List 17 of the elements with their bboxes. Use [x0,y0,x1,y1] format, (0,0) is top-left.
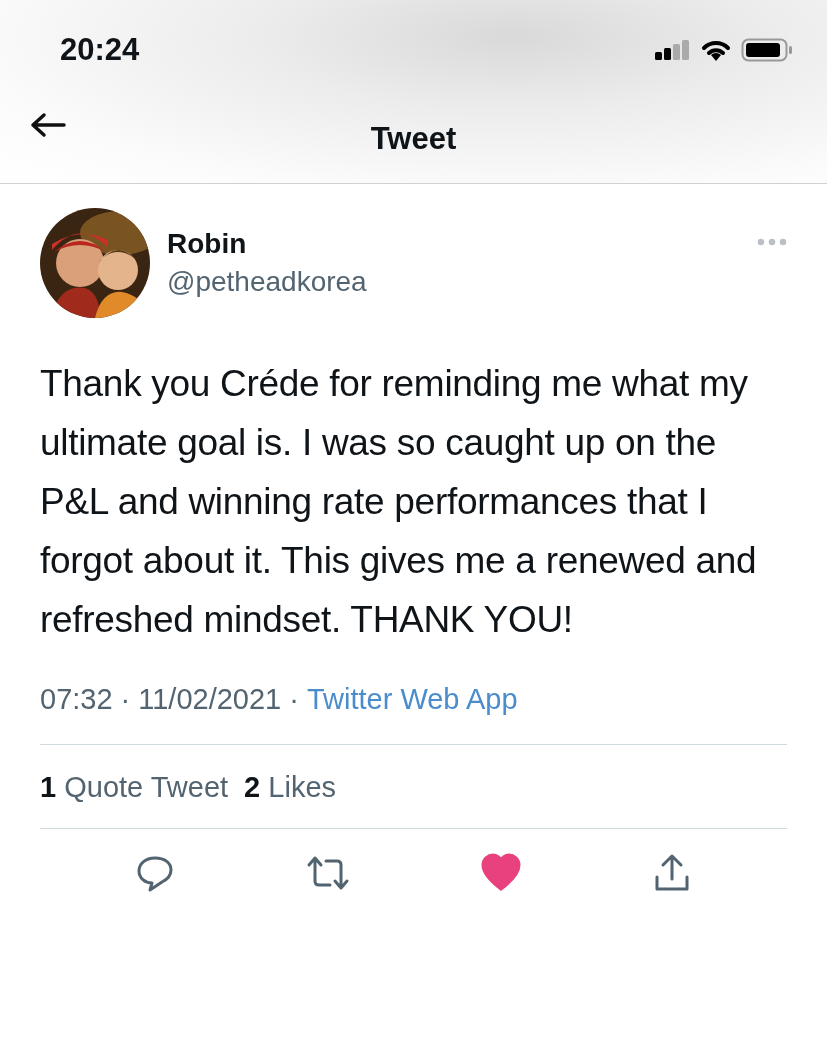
stat-link[interactable]: 2 Likes [244,771,336,804]
signal-icon [655,40,691,60]
tweet-meta: · [289,683,299,716]
back-button[interactable] [30,112,66,138]
like-button[interactable] [480,853,521,893]
source-link[interactable]: Twitter Web App [306,683,518,716]
wifi-icon [701,39,731,61]
page-title: Tweet [370,121,457,157]
battery-icon [741,38,793,62]
author-name[interactable]: Robin [167,226,367,262]
tweet-meta: 07:32 [40,683,113,716]
status-time: 20:24 [60,32,140,68]
author-handle[interactable]: @petheadkorea [167,262,367,302]
tweet-text: Thank you Créde for reminding me what my ultimate goal is. I was so caught up on the P&L and winning rate performances that I forgot about it. This gives me a renewed and refreshed mindset. THANK YOU! [40,362,758,642]
stat-link[interactable]: 1 Quote Tweet [40,771,229,804]
tweet-meta: · [120,683,131,716]
tweet-meta: 11/02/2021 [138,683,282,716]
